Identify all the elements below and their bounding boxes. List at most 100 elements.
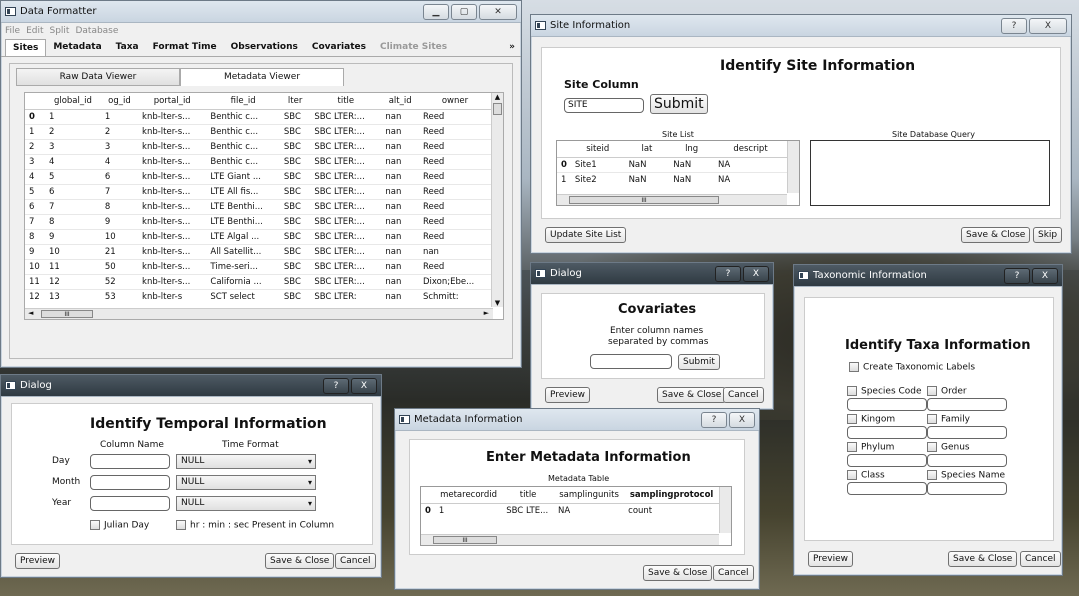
table-cell[interactable]: 8 [45,214,101,230]
table-cell[interactable]: SBC [279,229,311,245]
table-cell[interactable]: count [624,503,719,518]
hms-checkbox[interactable] [176,520,186,530]
column-header[interactable]: lat [624,141,670,158]
row-header[interactable]: 7 [25,214,45,230]
table-cell[interactable]: NaN [669,157,714,173]
table-cell[interactable]: knb-lter-s... [138,154,207,170]
column-header[interactable]: portal_id [138,93,207,110]
table-cell[interactable]: knb-lter-s... [138,169,207,185]
table-cell[interactable]: nan [381,214,419,230]
time-format-select[interactable]: NULL ▾ [176,496,316,511]
row-header[interactable]: 1 [25,124,45,140]
table-cell[interactable]: LTE All fis... [206,184,280,200]
table-cell[interactable]: 1 [100,109,139,125]
close-button[interactable]: X [1029,17,1067,34]
covariates-input[interactable] [590,354,672,369]
table-cell[interactable]: 1 [45,109,101,125]
save-close-button[interactable]: Save & Close [657,387,727,403]
table-cell[interactable]: LTE Benthi... [206,199,280,215]
table-row[interactable]: 12 13 53 knb-lter-s SCT select SBC SBC LTER: na… [25,289,491,304]
table-cell[interactable]: Reed [418,169,491,185]
table-cell[interactable]: NaN [624,172,670,187]
julian-day-checkbox[interactable] [90,520,100,530]
table-cell[interactable]: 1 [434,503,503,518]
minimize-button[interactable]: ▁ [423,3,449,20]
cancel-button[interactable]: Cancel [713,565,754,581]
table-cell[interactable]: SBC LTER:... [310,124,382,140]
table-cell[interactable]: SCT select [206,289,280,304]
table-cell[interactable]: NA [714,172,787,187]
taxa-field-checkbox[interactable] [847,386,857,396]
scrollbar-thumb[interactable] [493,103,502,115]
table-cell[interactable]: knb-lter-s... [138,199,207,215]
table-row[interactable]: 10 11 50 knb-lter-s... Time-seri... SBC SBC LT… [25,259,491,275]
table-row[interactable]: 0 1 SBC LTE... NA count [421,503,719,518]
table-cell[interactable]: 21 [100,244,139,260]
table-cell[interactable]: SBC LTER:... [310,184,382,200]
tab-metadata[interactable]: Metadata [46,39,108,56]
table-cell[interactable]: All Satellit... [206,244,280,260]
table-cell[interactable]: NA [553,503,625,518]
table-cell[interactable]: knb-lter-s... [138,274,207,290]
help-button[interactable]: ? [701,411,727,428]
temporal-column-input[interactable] [90,496,170,511]
table-cell[interactable]: SBC LTER:... [310,139,382,155]
table-cell[interactable]: SBC LTER:... [310,214,382,230]
help-button[interactable]: ? [715,265,741,282]
table-cell[interactable]: LTE Algal ... [206,229,280,245]
column-header[interactable]: samplingprotocol [624,487,719,504]
table-cell[interactable]: Reed [418,139,491,155]
row-header[interactable]: 2 [25,139,45,155]
site-db-query-box[interactable] [810,140,1050,206]
save-close-button[interactable]: Save & Close [643,565,713,581]
table-cell[interactable]: SBC [279,199,311,215]
close-button[interactable]: ✕ [479,3,517,20]
row-header[interactable]: 0 [421,503,435,518]
maximize-button[interactable]: ▢ [451,3,477,20]
table-cell[interactable]: Dixon;Ebe... [418,274,491,290]
table-cell[interactable]: 10 [100,229,139,245]
table-cell[interactable]: 4 [45,154,101,170]
tab-sites[interactable]: Sites [5,39,47,56]
table-cell[interactable]: NA [714,157,787,173]
taxa-field-checkbox[interactable] [847,442,857,452]
table-cell[interactable]: 9 [100,214,139,230]
table-cell[interactable]: nan [381,274,419,290]
table-cell[interactable]: SBC LTER:... [310,229,382,245]
row-header[interactable]: 10 [25,259,45,275]
column-header[interactable]: file_id [206,93,280,110]
table-cell[interactable]: knb-lter-s... [138,184,207,200]
menu-database[interactable]: Database [75,26,118,36]
row-header[interactable]: 3 [25,154,45,170]
temporal-column-input[interactable] [90,454,170,469]
table-cell[interactable]: nan [381,289,419,304]
table-cell[interactable]: Reed [418,259,491,275]
table-cell[interactable]: 6 [100,169,139,185]
table-cell[interactable]: 8 [100,199,139,215]
table-cell[interactable]: NaN [624,157,670,173]
table-cell[interactable]: Reed [418,214,491,230]
table-cell[interactable]: SBC LTER:... [310,259,382,275]
table-cell[interactable]: knb-lter-s... [138,244,207,260]
taxa-field-input[interactable] [927,481,1007,495]
column-header[interactable]: owner [418,93,491,110]
taxa-field-input[interactable] [927,453,1007,467]
table-cell[interactable]: SBC [279,184,311,200]
table-cell[interactable]: SBC [279,154,311,170]
table-cell[interactable]: SBC [279,109,311,125]
table-cell[interactable]: Site1 [570,157,625,173]
table-cell[interactable]: SBC [279,274,311,290]
time-format-select[interactable]: NULL ▾ [176,475,316,490]
table-row[interactable]: 3 4 4 knb-lter-s... Benthic c... SBC SBC LTER:… [25,154,491,170]
table-cell[interactable]: SBC LTER:... [310,244,382,260]
table-cell[interactable]: SBC [279,259,311,275]
table-cell[interactable]: Reed [418,229,491,245]
table-cell[interactable]: knb-lter-s... [138,229,207,245]
table-cell[interactable]: SBC LTER:... [310,154,382,170]
row-header[interactable]: 8 [25,229,45,245]
table-cell[interactable]: nan [381,124,419,140]
skip-button[interactable]: Skip [1033,227,1063,243]
time-format-select[interactable]: NULL ▾ [176,454,316,469]
tab-raw-data-viewer[interactable]: Raw Data Viewer [16,68,180,86]
vertical-scrollbar[interactable] [787,141,799,193]
